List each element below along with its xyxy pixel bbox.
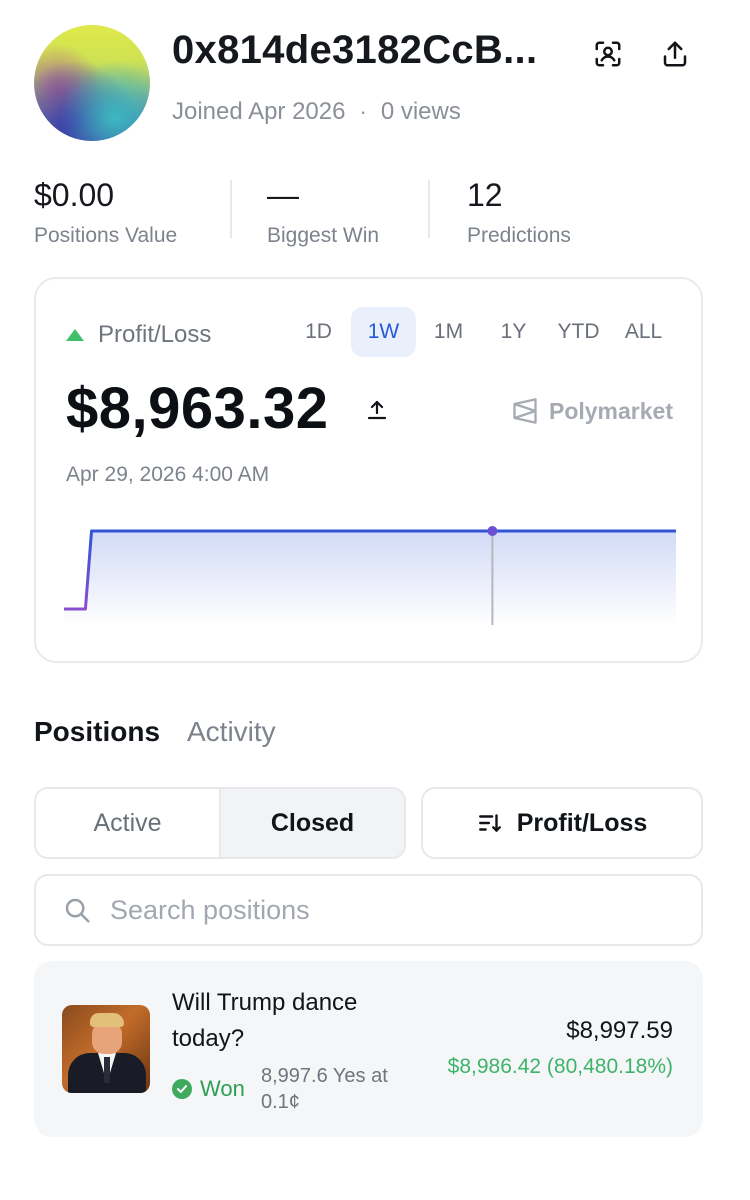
position-pnl: $8,986.42 (80,480.18%) xyxy=(447,1055,673,1078)
wallet-address: 0x814de3182CcB... xyxy=(172,28,538,72)
position-value: $8,997.59 xyxy=(566,1017,673,1044)
stat-biggest-win: — Biggest Win xyxy=(267,176,379,248)
chart-timestamp: Apr 29, 2026 4:00 AM xyxy=(66,463,270,486)
range-1d[interactable]: 1D xyxy=(286,307,351,357)
sort-button[interactable]: Profit/Loss xyxy=(421,787,703,859)
profit-loss-header: Profit/Loss xyxy=(66,321,211,349)
profile-meta: Joined Apr 2026 · 0 views xyxy=(172,98,461,126)
share-icon xyxy=(367,400,387,420)
range-all[interactable]: ALL xyxy=(611,307,676,357)
share-pnl-button[interactable] xyxy=(360,393,394,427)
tab-positions[interactable]: Positions xyxy=(34,716,160,748)
stat-predictions: 12 Predictions xyxy=(467,176,571,248)
filter-active[interactable]: Active xyxy=(36,789,221,857)
won-label: Won xyxy=(200,1076,245,1101)
range-ytd[interactable]: YTD xyxy=(546,307,611,357)
position-shares: 8,997.6 Yes at 0.1¢ xyxy=(261,1065,388,1113)
market-thumbnail xyxy=(62,1005,150,1093)
share-profile-button[interactable] xyxy=(657,36,693,72)
brand-name: Polymarket xyxy=(548,397,673,424)
stat-label: Positions Value xyxy=(34,224,178,247)
won-badge: Won xyxy=(172,1076,245,1102)
stat-label: Biggest Win xyxy=(267,224,380,247)
tab-activity[interactable]: Activity xyxy=(187,716,276,748)
search-icon xyxy=(65,898,90,923)
position-row[interactable]: Will Trump dance today? Won 8,997.6 Yes … xyxy=(34,961,703,1137)
chart-area-fill xyxy=(64,531,676,625)
polymarket-brand: Polymarket xyxy=(511,397,673,425)
sort-icon xyxy=(478,814,501,832)
profile-avatar xyxy=(34,25,150,141)
up-triangle-icon xyxy=(66,329,84,341)
search-box xyxy=(34,874,703,946)
profit-loss-value: $8,963.32 xyxy=(66,376,329,441)
share-icon xyxy=(663,41,687,67)
stat-value: 12 xyxy=(467,177,503,213)
thumb-tie xyxy=(104,1057,110,1083)
stat-value: $0.00 xyxy=(34,177,115,213)
thumb-hair xyxy=(90,1013,124,1027)
scan-profile-button[interactable] xyxy=(590,36,626,72)
face-scan-icon xyxy=(595,41,621,67)
profit-loss-title: Profit/Loss xyxy=(98,321,212,348)
status-filter: Active Closed xyxy=(34,787,406,859)
stat-positions-value: $0.00 Positions Value xyxy=(34,176,177,248)
stat-divider xyxy=(230,180,232,238)
joined-date: Joined Apr 2026 xyxy=(172,98,346,125)
separator-dot: · xyxy=(359,99,367,124)
range-1y[interactable]: 1Y xyxy=(481,307,546,357)
range-1m[interactable]: 1M xyxy=(416,307,481,357)
stat-label: Predictions xyxy=(467,224,571,247)
chart-hover-point xyxy=(487,526,498,536)
stat-value: — xyxy=(267,177,299,213)
stat-divider xyxy=(428,180,430,238)
view-count: 0 views xyxy=(380,98,461,125)
market-title: Will Trump dance today? xyxy=(172,989,358,1052)
time-range-selector: 1D 1W 1M 1Y YTD ALL xyxy=(286,307,676,357)
search-input[interactable] xyxy=(110,894,650,926)
profit-loss-card: Profit/Loss 1D 1W 1M 1Y YTD ALL $8,963.3… xyxy=(34,277,703,663)
filter-closed[interactable]: Closed xyxy=(221,789,404,857)
range-1w[interactable]: 1W xyxy=(351,307,416,357)
sort-label: Profit/Loss xyxy=(516,808,648,837)
check-circle-icon xyxy=(172,1079,192,1099)
polymarket-logo-icon xyxy=(513,398,537,424)
profit-loss-chart[interactable] xyxy=(64,517,676,627)
